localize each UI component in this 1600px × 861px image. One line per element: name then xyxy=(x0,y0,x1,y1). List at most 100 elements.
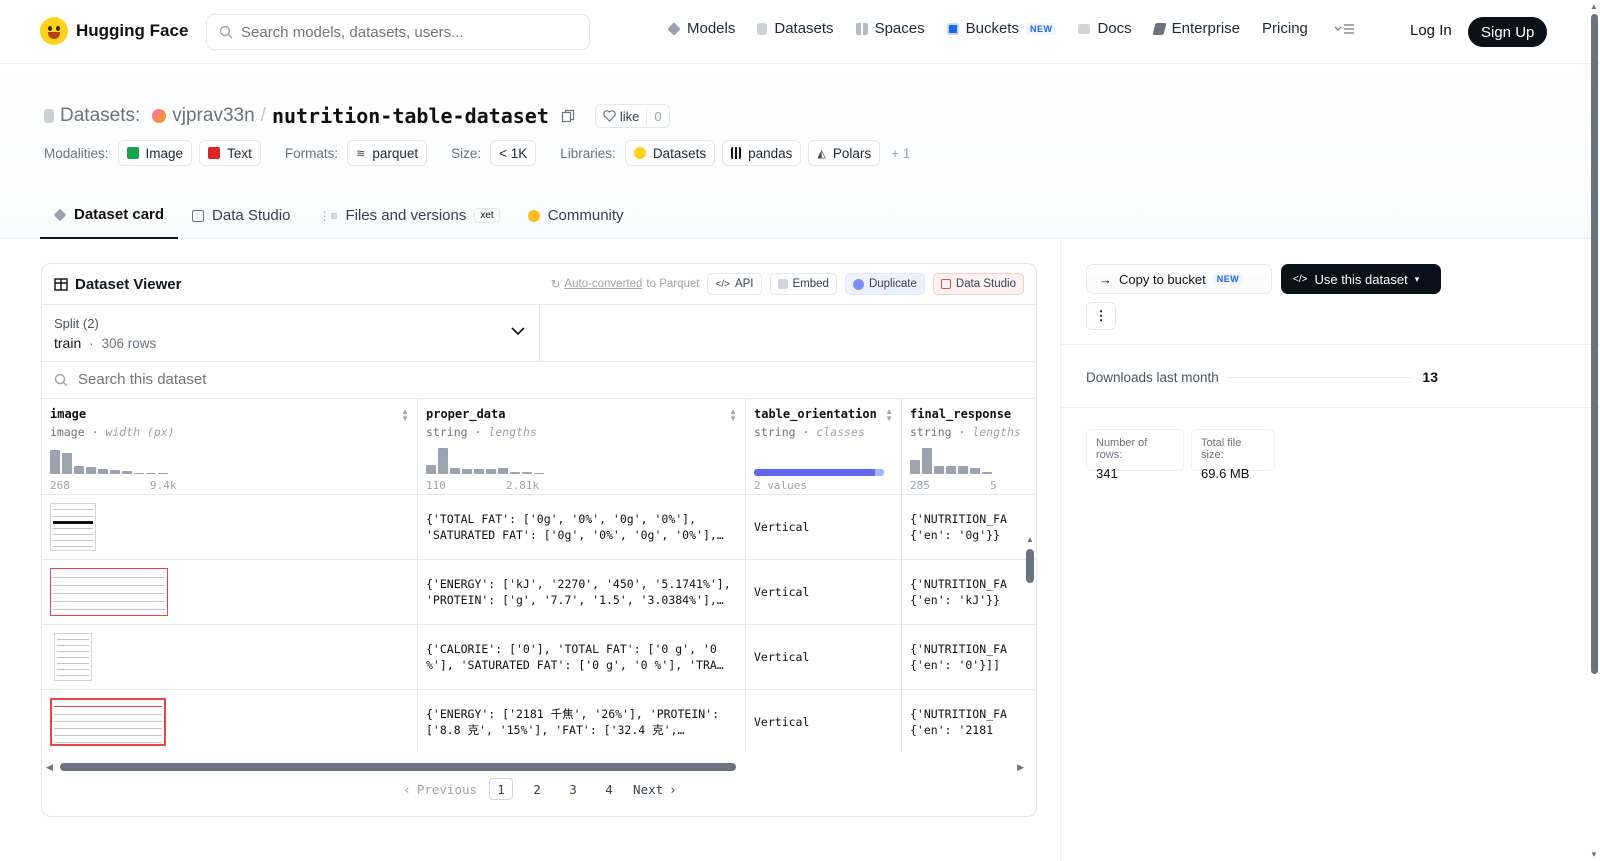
tab-data-studio[interactable]: Data Studio xyxy=(178,192,304,239)
column-header[interactable]: table_orientation string · classes ▲ ▼ 2 … xyxy=(746,399,901,495)
histogram-bar xyxy=(510,472,520,474)
sort-icon[interactable]: ▲ ▼ xyxy=(729,408,737,423)
nav-models-label: Models xyxy=(687,20,736,37)
auto-converted-link[interactable]: Auto-converted xyxy=(564,278,642,290)
table-cell-image[interactable] xyxy=(42,495,417,560)
tag-more[interactable]: + 1 xyxy=(891,146,910,161)
column-header[interactable]: final_response string · lengths 285 5 xyxy=(902,399,1036,495)
scrollbar-thumb[interactable] xyxy=(60,763,736,771)
scroll-up-arrow-icon[interactable]: ▲ xyxy=(1590,2,1598,11)
scroll-up-arrow-icon[interactable]: ▲ xyxy=(1026,535,1034,544)
sort-icon[interactable]: ▲ ▼ xyxy=(401,408,409,423)
scrollbar-thumb[interactable] xyxy=(1591,14,1598,674)
table-cell[interactable]: Vertical xyxy=(746,560,901,625)
page-1-button[interactable]: 1 xyxy=(489,778,514,800)
duplicate-button[interactable]: Duplicate xyxy=(844,273,925,295)
dataset-search-input[interactable] xyxy=(78,371,678,388)
use-this-dataset-button[interactable]: </> Use this dataset ▾ xyxy=(1281,264,1441,294)
histogram-bar xyxy=(50,450,60,474)
table-icon xyxy=(54,277,68,291)
data-studio-button[interactable]: Data Studio xyxy=(932,273,1024,295)
api-button[interactable]: </> API xyxy=(707,273,762,295)
polars-icon: ◭ xyxy=(817,147,826,160)
scroll-left-arrow-icon[interactable]: ◀ xyxy=(46,762,53,773)
tag-image[interactable]: Image xyxy=(117,140,193,166)
brand-logo[interactable]: Hugging Face xyxy=(40,17,188,45)
copy-to-bucket-label: Copy to bucket xyxy=(1119,271,1206,287)
tag-pandas[interactable]: pandas xyxy=(722,140,802,166)
tab-files[interactable]: ⋮≡ Files and versions xet xyxy=(304,192,513,239)
nav-spaces[interactable]: Spaces xyxy=(855,20,925,37)
cell-text: {'TOTAL FAT': ['0g', '0%', '0g', '0%'], … xyxy=(426,512,724,542)
table-cell[interactable]: Vertical xyxy=(746,495,901,560)
grid-horizontal-scrollbar[interactable]: ◀ ▶ xyxy=(46,762,1034,772)
repo-owner[interactable]: vjprav33n xyxy=(172,105,254,127)
table-cell[interactable]: {'NUTRITION_FA {'en': '0g'}} xyxy=(902,495,1036,560)
global-search[interactable] xyxy=(206,14,590,50)
tag-text[interactable]: Text xyxy=(199,140,261,166)
page-4-button[interactable]: 4 xyxy=(597,778,621,800)
dataset-search[interactable] xyxy=(42,361,1036,397)
column-header[interactable]: image image · width (px) ▲ ▼ 268 9.4k xyxy=(42,399,417,495)
login-link[interactable]: Log In xyxy=(1410,22,1452,39)
more-options-button[interactable]: ⋮ xyxy=(1086,302,1116,330)
split-selector[interactable]: Split (2) train · 306 rows xyxy=(42,305,540,361)
tab-dataset-card[interactable]: Dataset card xyxy=(40,192,179,239)
nutrition-table-thumbnail xyxy=(50,698,166,746)
sort-icon[interactable]: ▲ ▼ xyxy=(885,408,893,423)
viewer-title-label: Dataset Viewer xyxy=(75,275,182,293)
page-3-button[interactable]: 3 xyxy=(561,778,585,800)
copy-to-bucket-button[interactable]: → Copy to bucket NEW xyxy=(1086,264,1272,294)
table-cell[interactable]: Vertical xyxy=(746,690,901,752)
embed-label: Embed xyxy=(792,278,829,290)
scrollbar-thumb[interactable] xyxy=(1026,549,1034,583)
tag-size[interactable]: < 1K xyxy=(490,140,537,166)
table-cell[interactable]: {'NUTRITION_FA {'en': 'kJ'}} xyxy=(902,560,1036,625)
page-2-button[interactable]: 2 xyxy=(525,778,549,800)
column-header[interactable]: proper_data string · lengths ▲ ▼ 110 2.81k xyxy=(418,399,745,495)
scroll-down-arrow-icon[interactable]: ▼ xyxy=(1590,850,1598,859)
code-icon: </> xyxy=(1293,273,1308,285)
repo-name[interactable]: nutrition-table-dataset xyxy=(272,104,549,128)
repo-kind[interactable]: Datasets: xyxy=(60,105,140,127)
column-type: image · width (px) xyxy=(50,425,175,439)
cell-text: Vertical xyxy=(754,650,810,664)
nav-pricing[interactable]: Pricing xyxy=(1262,20,1308,37)
table-cell[interactable]: {'TOTAL FAT': ['0g', '0%', '0g', '0%'], … xyxy=(418,495,745,560)
nav-enterprise[interactable]: Enterprise xyxy=(1152,20,1240,37)
signup-button[interactable]: Sign Up xyxy=(1468,17,1548,47)
table-cell[interactable]: {'NUTRITION_FA {'en': '2181 xyxy=(902,690,1036,752)
path-separator: / xyxy=(260,105,266,126)
table-cell[interactable]: {'ENERGY': ['kJ', '2270', '450', '5.1741… xyxy=(418,560,745,625)
next-page-button[interactable]: Next › xyxy=(633,778,677,800)
tag-datasets-lib[interactable]: Datasets xyxy=(624,140,716,166)
previous-page-button[interactable]: ‹ Previous xyxy=(403,778,477,800)
table-cell-image[interactable] xyxy=(42,625,417,690)
table-cell[interactable]: {'ENERGY': ['2181 千焦', '26%'], 'PROTEIN'… xyxy=(418,690,745,752)
tag-parquet[interactable]: ≋ parquet xyxy=(347,140,428,166)
like-label: like xyxy=(619,108,640,124)
like-button[interactable]: like 0 xyxy=(594,104,670,128)
global-search-input[interactable] xyxy=(241,23,561,41)
nav-buckets[interactable]: Buckets NEW xyxy=(946,20,1057,37)
tab-community[interactable]: Community xyxy=(514,192,638,239)
code-icon: </> xyxy=(715,278,730,290)
scroll-right-arrow-icon[interactable]: ▶ xyxy=(1017,762,1024,773)
table-cell[interactable]: Vertical xyxy=(746,625,901,690)
embed-button[interactable]: Embed xyxy=(769,273,837,295)
nav-more-menu[interactable] xyxy=(1334,23,1356,35)
nav-docs[interactable]: Docs xyxy=(1078,20,1132,37)
copy-icon[interactable] xyxy=(561,109,575,123)
grid-vertical-scrollbar[interactable]: ▲ ▼ xyxy=(1024,533,1036,752)
nav-datasets[interactable]: Datasets xyxy=(757,20,834,37)
right-sidebar: → Copy to bucket NEW </> Use this dataset ▾ … xyxy=(1060,239,1600,861)
cell-text: Vertical xyxy=(754,520,810,534)
nav-models[interactable]: Models xyxy=(667,20,736,37)
table-cell-image[interactable] xyxy=(42,690,417,752)
tag-polars[interactable]: ◭ Polars xyxy=(808,140,881,166)
page-scrollbar[interactable]: ▲ ▼ xyxy=(1588,0,1600,861)
table-cell[interactable]: {'CALORIE': ['0'], 'TOTAL FAT': ['0 g', … xyxy=(418,625,745,690)
table-cell[interactable]: {'NUTRITION_FA {'en': '0'}]] xyxy=(902,625,1036,690)
table-cell-image[interactable] xyxy=(42,560,417,625)
hist-max: 9.4k xyxy=(150,479,177,492)
